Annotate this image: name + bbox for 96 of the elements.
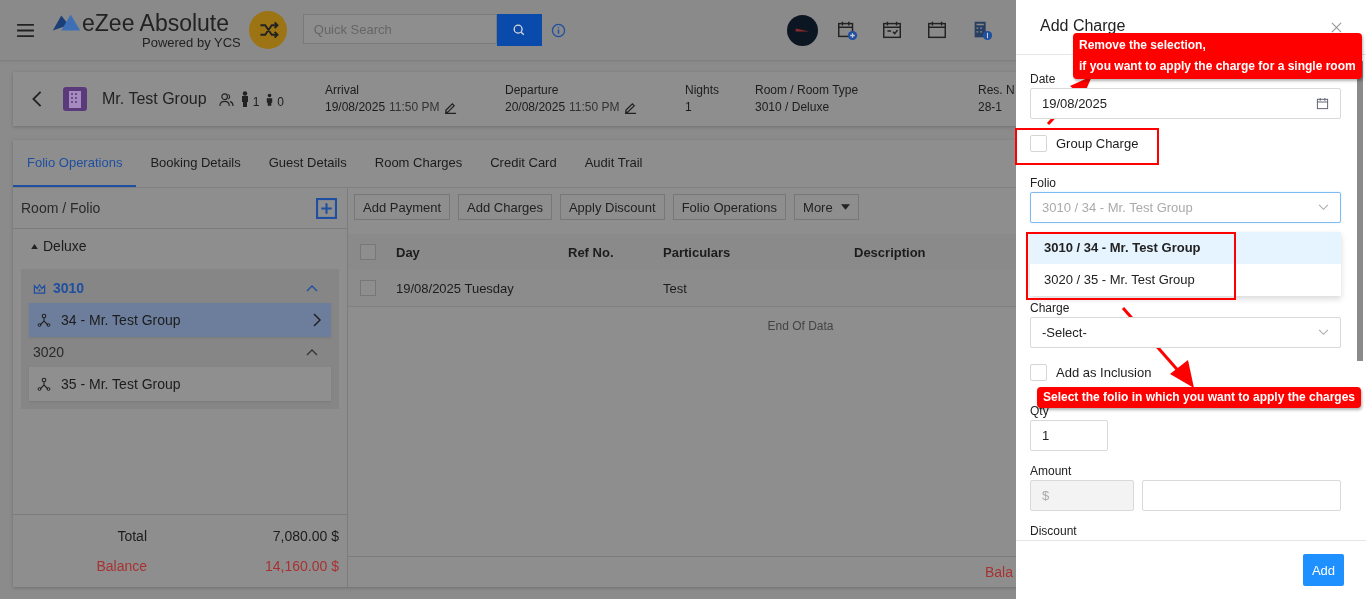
menu-icon[interactable] [16,22,35,38]
time-text: 11:50 PM [569,99,620,116]
brand-tagline: Powered by YCS [142,35,241,49]
column-header: Description [854,244,926,260]
callout-text: if you want to apply the charge for a single room [1079,58,1356,75]
date-text: 20/08/2025 [505,99,566,116]
brand-name: eZee Absolute [82,11,231,35]
folio-item[interactable]: 34 - Mr. Test Group [29,303,331,337]
field-label: Nights [685,82,721,99]
toolbar-button[interactable]: Add Payment [354,194,451,220]
calendar-add-icon[interactable] [836,19,858,41]
calendar-icon [1316,97,1329,110]
currency-field: $ [1030,480,1134,511]
chevron-down-icon [1318,328,1329,336]
adult-count: 1 [252,95,260,109]
chevron-up-icon[interactable] [306,348,318,356]
child-count: 0 [277,95,284,109]
field-label: Qty [1030,404,1050,418]
folio-item[interactable]: 35 - Mr. Test Group [29,367,331,401]
tab[interactable]: Booking Details [136,140,255,187]
child-icon [265,92,275,106]
field-value: 28-1 [978,99,1004,116]
folio-option[interactable]: 3020 / 35 - Mr. Test Group [1030,263,1341,296]
edit-icon[interactable] [623,101,637,114]
tab[interactable]: Room Charges [360,140,477,187]
search-button[interactable] [496,14,542,46]
checkbox-label: Add as Inclusion [1056,364,1152,380]
table-cell-text: Test [663,280,688,296]
adult-icon [239,91,250,107]
guest-name: Mr. Test Group [102,90,207,108]
calendar-check-icon[interactable] [881,19,903,41]
field-label: Discount [1030,524,1078,538]
group-icon [218,91,234,107]
callout-text: Remove the selection, [1079,37,1207,54]
building-icon [63,87,87,111]
close-icon[interactable] [1331,21,1342,33]
info-icon[interactable] [550,22,566,38]
callout-text: Select the folio in which you want to apply the charges [1043,389,1356,406]
date-text: 19/08/2025 [325,99,386,116]
field-label: Room / Room Type [755,82,860,99]
balance-label: Bala [985,564,1014,580]
edit-icon[interactable] [443,101,457,114]
total-value: 7,080.00 $ [272,528,339,544]
hierarchy-icon [37,377,51,391]
collapse-icon[interactable] [31,243,38,249]
time-text: 11:50 PM [389,99,440,116]
toolbar-button[interactable]: Folio Operations [672,194,787,220]
column-header: Ref No. [568,244,615,260]
scrollbar[interactable] [1357,61,1363,361]
compass-icon[interactable] [787,14,818,46]
toolbar-button[interactable]: Apply Discount [559,194,665,220]
toolbar-button[interactable]: Add Charges [458,194,552,220]
field-label: Folio [1030,175,1057,190]
field-label: Arrival [325,82,361,99]
qty-field[interactable]: 1 [1030,420,1108,451]
total-value: 14,160.00 $ [265,558,339,574]
table-cell-text: 19/08/2025 Tuesday [396,280,515,296]
drawer-title: Add Charge [1040,17,1126,35]
group-charge-checkbox[interactable] [1030,135,1047,153]
chevron-down-icon [1318,203,1329,211]
back-icon[interactable] [31,90,43,108]
inclusion-checkbox[interactable] [1030,363,1047,381]
caret-icon [840,204,850,210]
room-type: Deluxe [43,238,87,254]
add-icon[interactable] [316,197,337,219]
field-label: Departure [505,82,560,99]
tab[interactable]: Guest Details [254,140,361,187]
crown-icon [33,281,46,295]
search-icon [512,23,527,37]
amount-field[interactable] [1142,480,1341,511]
column-header: Particulars [663,244,732,260]
folio-option[interactable]: 3010 / 34 - Mr. Test Group [1030,231,1341,264]
checkbox-label: Group Charge [1056,136,1139,152]
date-field[interactable]: 19/08/2025 [1030,88,1341,119]
field-label: Date [1030,72,1057,86]
tab[interactable]: Audit Trail [570,140,657,187]
field-value: 1 [685,99,693,116]
field-label: Res. N [978,82,1016,99]
tab[interactable]: Credit Card [476,140,571,187]
end-of-data: End Of Data [767,319,834,333]
panel-title: Room / Folio [21,200,101,216]
shuffle-icon[interactable] [248,11,287,49]
toolbar-button[interactable]: More [794,194,859,220]
add-button[interactable]: Add [1303,554,1344,586]
hierarchy-icon [37,313,51,327]
total-label: Total [116,528,147,544]
charge-select[interactable]: -Select- [1030,316,1341,348]
chevron-right-icon [313,313,321,327]
total-label: Balance [95,558,147,574]
calendar-icon[interactable] [926,19,948,41]
column-header: Day [396,244,421,260]
field-label: Charge [1030,300,1071,315]
chevron-up-icon[interactable] [306,284,318,292]
field-value: 3010 / Deluxe [755,99,831,116]
field-label: Amount [1030,464,1073,478]
room-number[interactable]: 3020 [33,344,65,360]
